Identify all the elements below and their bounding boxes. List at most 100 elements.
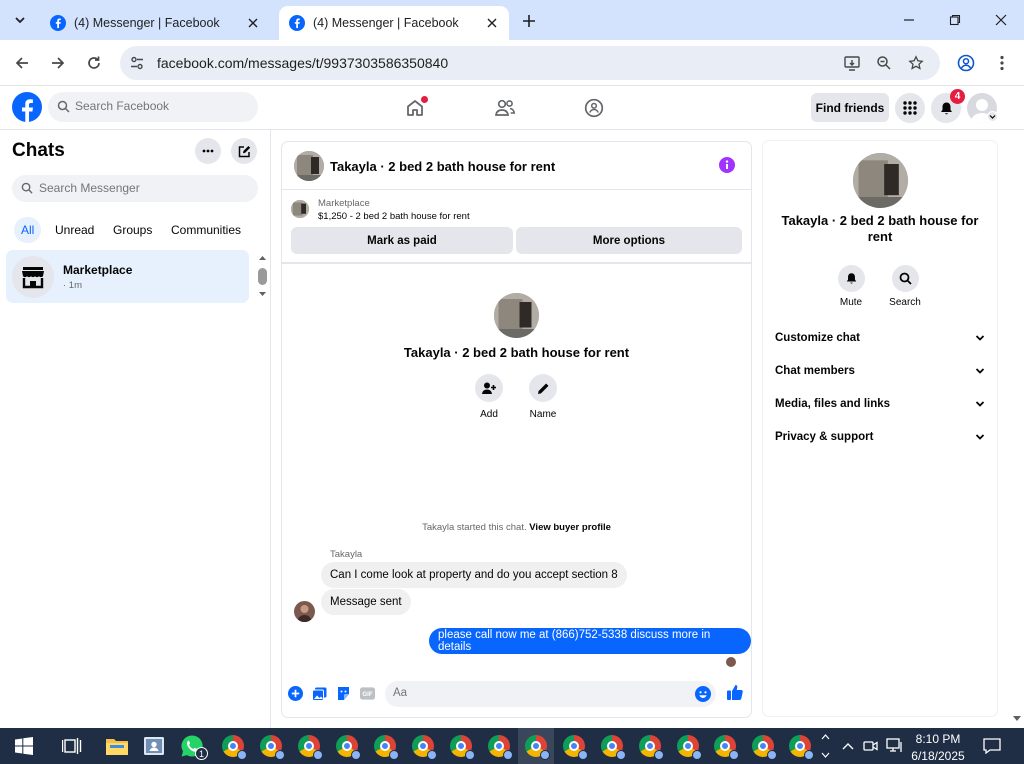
show-hidden-icons-icon[interactable]: [836, 734, 860, 758]
facebook-search-field[interactable]: [48, 92, 258, 122]
notification-center-icon[interactable]: [980, 734, 1004, 758]
chrome-window-icon[interactable]: [335, 734, 361, 760]
incoming-message-bubble[interactable]: Can I come look at property and do you a…: [321, 562, 627, 588]
menu-grid-icon[interactable]: [895, 93, 925, 123]
browser-tab-2[interactable]: (4) Messenger | Facebook: [279, 6, 509, 40]
listing-price-title[interactable]: $1,250 - 2 bed 2 bath house for rent: [318, 211, 470, 222]
plus-circle-icon[interactable]: [288, 686, 303, 701]
chrome-window-icon[interactable]: [676, 734, 702, 760]
minimize-icon[interactable]: [899, 10, 919, 30]
chrome-window-icon[interactable]: [788, 734, 814, 760]
close-window-icon[interactable]: [991, 10, 1011, 30]
sidebar-scrollbar-thumb[interactable]: [258, 268, 267, 285]
meet-now-icon[interactable]: [859, 734, 883, 758]
chevron-down-icon: [15, 17, 25, 24]
filter-all[interactable]: All: [14, 217, 42, 243]
zoom-icon[interactable]: [874, 53, 894, 73]
scroll-down-arrow-icon[interactable]: [258, 289, 267, 298]
name-chat-button[interactable]: Name: [518, 374, 568, 420]
clock-time[interactable]: 8:10 PM: [908, 732, 968, 746]
new-message-icon[interactable]: [231, 138, 257, 164]
groups-icon[interactable]: [582, 96, 606, 120]
listing-photo: [494, 293, 539, 338]
chrome-window-icon[interactable]: [751, 734, 777, 760]
close-tab-icon[interactable]: [245, 15, 261, 31]
gif-icon[interactable]: GIF: [360, 686, 375, 701]
menu-kebab-icon[interactable]: [992, 53, 1012, 73]
network-icon[interactable]: [883, 734, 907, 758]
chat-list-item[interactable]: Marketplace · 1m: [6, 250, 249, 303]
filter-groups[interactable]: Groups: [106, 217, 159, 243]
sender-avatar[interactable]: [294, 601, 315, 622]
privacy-support-section[interactable]: Privacy & support: [775, 427, 985, 447]
customize-chat-section[interactable]: Customize chat: [775, 328, 985, 348]
chrome-window-icon[interactable]: [221, 734, 247, 760]
message-composer[interactable]: [385, 681, 716, 707]
facebook-search-input[interactable]: [75, 99, 245, 113]
emoji-icon[interactable]: [695, 686, 711, 702]
mark-as-paid-button[interactable]: Mark as paid: [291, 227, 513, 254]
close-tab-icon[interactable]: [484, 15, 500, 31]
chrome-window-icon[interactable]: [600, 734, 626, 760]
address-bar[interactable]: facebook.com/messages/t/9937303586350840: [120, 46, 940, 80]
chrome-window-icon[interactable]: [373, 734, 399, 760]
chrome-window-icon[interactable]: [524, 734, 550, 760]
chrome-window-icon[interactable]: [713, 734, 739, 760]
chrome-window-icon[interactable]: [562, 734, 588, 760]
install-app-icon[interactable]: [842, 53, 862, 73]
chat-members-section[interactable]: Chat members: [775, 361, 985, 381]
more-options-icon[interactable]: [195, 138, 221, 164]
thumbs-up-icon[interactable]: [726, 683, 744, 701]
page-scroll-down-arrow-icon[interactable]: [1012, 715, 1022, 723]
listing-thumbnail[interactable]: [294, 151, 324, 181]
chrome-window-icon[interactable]: [449, 734, 475, 760]
message-input[interactable]: [393, 687, 683, 699]
filter-unread[interactable]: Unread: [48, 217, 101, 243]
windows-start-icon[interactable]: [12, 734, 36, 758]
bookmark-star-icon[interactable]: [906, 53, 926, 73]
whatsapp-icon[interactable]: 1: [180, 734, 208, 760]
view-buyer-profile-link[interactable]: View buyer profile: [529, 522, 611, 533]
outgoing-message-bubble[interactable]: please call now me at (866)752-5338 disc…: [429, 628, 751, 654]
photo-attach-icon[interactable]: [312, 686, 327, 701]
media-files-links-section[interactable]: Media, files and links: [775, 394, 985, 414]
forward-icon[interactable]: [48, 53, 68, 73]
facebook-logo-icon[interactable]: [12, 92, 42, 122]
chrome-window-icon[interactable]: [487, 734, 513, 760]
started-text: Takayla started this chat.: [422, 522, 527, 533]
filter-communities[interactable]: Communities: [164, 217, 248, 243]
tab-search-button[interactable]: [8, 7, 32, 33]
account-chevron-icon[interactable]: [987, 111, 998, 122]
chrome-window-icon[interactable]: [411, 734, 437, 760]
taskbar-scroll-icon[interactable]: [818, 734, 832, 758]
chrome-window-icon[interactable]: [638, 734, 664, 760]
add-people-button[interactable]: Add: [464, 374, 514, 420]
restore-icon[interactable]: [945, 10, 965, 30]
more-options-button[interactable]: More options: [516, 227, 742, 254]
chrome-window-icon[interactable]: [297, 734, 323, 760]
info-icon[interactable]: [719, 157, 735, 173]
chevron-down-icon: [975, 335, 985, 341]
friends-icon[interactable]: [493, 96, 517, 120]
find-friends-button[interactable]: Find friends: [811, 93, 889, 122]
reload-icon[interactable]: [84, 53, 104, 73]
new-tab-icon[interactable]: [520, 12, 538, 30]
profile-icon[interactable]: [956, 53, 976, 73]
chat-name: Marketplace: [63, 263, 133, 277]
mute-button[interactable]: Mute: [826, 265, 876, 308]
clock-date[interactable]: 6/18/2025: [908, 749, 968, 763]
search-in-chat-button[interactable]: Search: [880, 265, 930, 308]
site-info-icon[interactable]: [128, 54, 146, 72]
browser-tab-1[interactable]: (4) Messenger | Facebook: [40, 6, 270, 40]
messenger-search-field[interactable]: [12, 175, 258, 202]
sticker-icon[interactable]: [336, 686, 351, 701]
chrome-window-icon[interactable]: [259, 734, 285, 760]
incoming-message-bubble[interactable]: Message sent: [321, 589, 411, 615]
contacts-app-icon[interactable]: [142, 734, 166, 758]
conversation-title[interactable]: Takayla · 2 bed 2 bath house for rent: [330, 159, 555, 174]
scroll-up-arrow-icon[interactable]: [258, 254, 267, 263]
task-view-icon[interactable]: [60, 734, 84, 758]
file-explorer-icon[interactable]: [105, 734, 129, 758]
messenger-search-input[interactable]: [39, 181, 239, 195]
back-icon[interactable]: [12, 53, 32, 73]
